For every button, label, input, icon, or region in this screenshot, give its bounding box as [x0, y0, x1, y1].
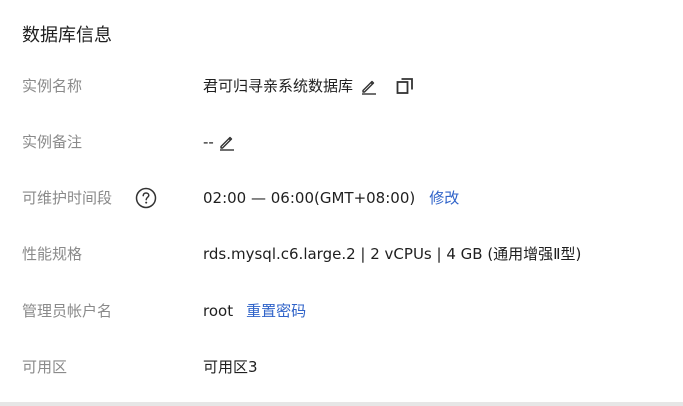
row-instance-note: 实例备注 --	[0, 130, 683, 154]
row-spec: 性能规格 rds.mysql.c6.large.2 | 2 vCPUs | 4 …	[0, 242, 683, 266]
maintenance-window-label: 可维护时间段	[22, 189, 113, 207]
instance-note-value-group: --	[203, 130, 236, 154]
instance-name-value-group: 君可归寻亲系统数据库	[203, 74, 415, 98]
instance-name-label: 实例名称	[22, 77, 83, 95]
reset-password-link[interactable]: 重置密码	[246, 299, 306, 323]
edit-note-pencil-icon[interactable]	[218, 133, 236, 151]
question-circle-icon[interactable]	[135, 187, 157, 209]
section-title: 数据库信息	[22, 25, 112, 46]
admin-account-value-group: root 重置密码	[203, 299, 306, 323]
row-maintenance-window: 可维护时间段 02:00 — 06:00(GMT+08:00) 修改	[0, 186, 683, 210]
zone-label: 可用区	[22, 358, 68, 376]
row-zone: 可用区 可用区3	[0, 355, 683, 379]
admin-account-label: 管理员帐户名	[22, 302, 113, 320]
spec-label: 性能规格	[22, 245, 83, 263]
admin-account-value: root	[203, 302, 234, 320]
maintenance-window-value: 02:00 — 06:00(GMT+08:00)	[203, 189, 416, 207]
modify-maintenance-link[interactable]: 修改	[429, 186, 459, 210]
instance-note-label: 实例备注	[22, 133, 83, 151]
bottom-divider	[0, 402, 683, 406]
zone-value: 可用区3	[203, 358, 258, 376]
instance-note-value: --	[203, 133, 214, 151]
row-instance-name: 实例名称 君可归寻亲系统数据库	[0, 74, 683, 98]
maintenance-window-value-group: 02:00 — 06:00(GMT+08:00) 修改	[203, 186, 459, 210]
instance-name-value: 君可归寻亲系统数据库	[203, 77, 354, 95]
spec-value: rds.mysql.c6.large.2 | 2 vCPUs | 4 GB (通…	[203, 245, 582, 263]
row-admin-account: 管理员帐户名 root 重置密码	[0, 299, 683, 323]
copy-name-icon[interactable]	[395, 76, 415, 96]
database-info-panel: 数据库信息 实例名称 君可归寻亲系统数据库 实例备注 -- 可维护时间段 02:…	[0, 0, 683, 406]
edit-name-pencil-icon[interactable]	[360, 77, 378, 95]
